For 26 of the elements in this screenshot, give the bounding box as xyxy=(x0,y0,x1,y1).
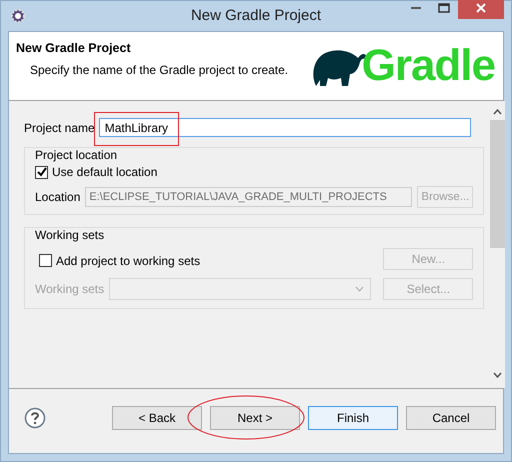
gear-icon[interactable] xyxy=(10,8,26,24)
dialog-button[interactable]: Cancel xyxy=(406,406,496,430)
logo-text: Gradle xyxy=(362,41,495,91)
chevron-down-icon xyxy=(355,286,364,292)
checkbox[interactable]: Add project to working sets xyxy=(39,254,200,268)
field-label: Project name xyxy=(24,120,95,134)
help-icon[interactable] xyxy=(24,407,46,429)
page-description: Specify the name of the Gradle project to create. xyxy=(30,63,288,77)
chevron-down-icon[interactable] xyxy=(493,372,502,378)
chevron-up-icon[interactable] xyxy=(493,109,502,115)
page-title: New Gradle Project xyxy=(16,41,131,55)
maximize-icon xyxy=(438,3,450,13)
close-icon xyxy=(476,3,486,13)
minimize-icon xyxy=(411,7,421,9)
field-label: Working sets xyxy=(35,282,104,296)
close-button[interactable] xyxy=(458,0,504,19)
dialog-button[interactable]: < Back xyxy=(112,406,202,430)
dialog-button[interactable]: Finish xyxy=(308,406,398,430)
scroll-thumb[interactable] xyxy=(490,120,506,248)
scrollbar[interactable] xyxy=(490,101,506,388)
window-title: New Gradle Project xyxy=(190,7,322,24)
check-icon xyxy=(36,167,46,177)
project-name-field[interactable]: MathLibrary xyxy=(98,118,471,137)
dialog-button[interactable]: Next > xyxy=(210,406,300,430)
checkbox[interactable]: Use default location xyxy=(35,165,158,179)
field-label: Location xyxy=(35,190,80,204)
